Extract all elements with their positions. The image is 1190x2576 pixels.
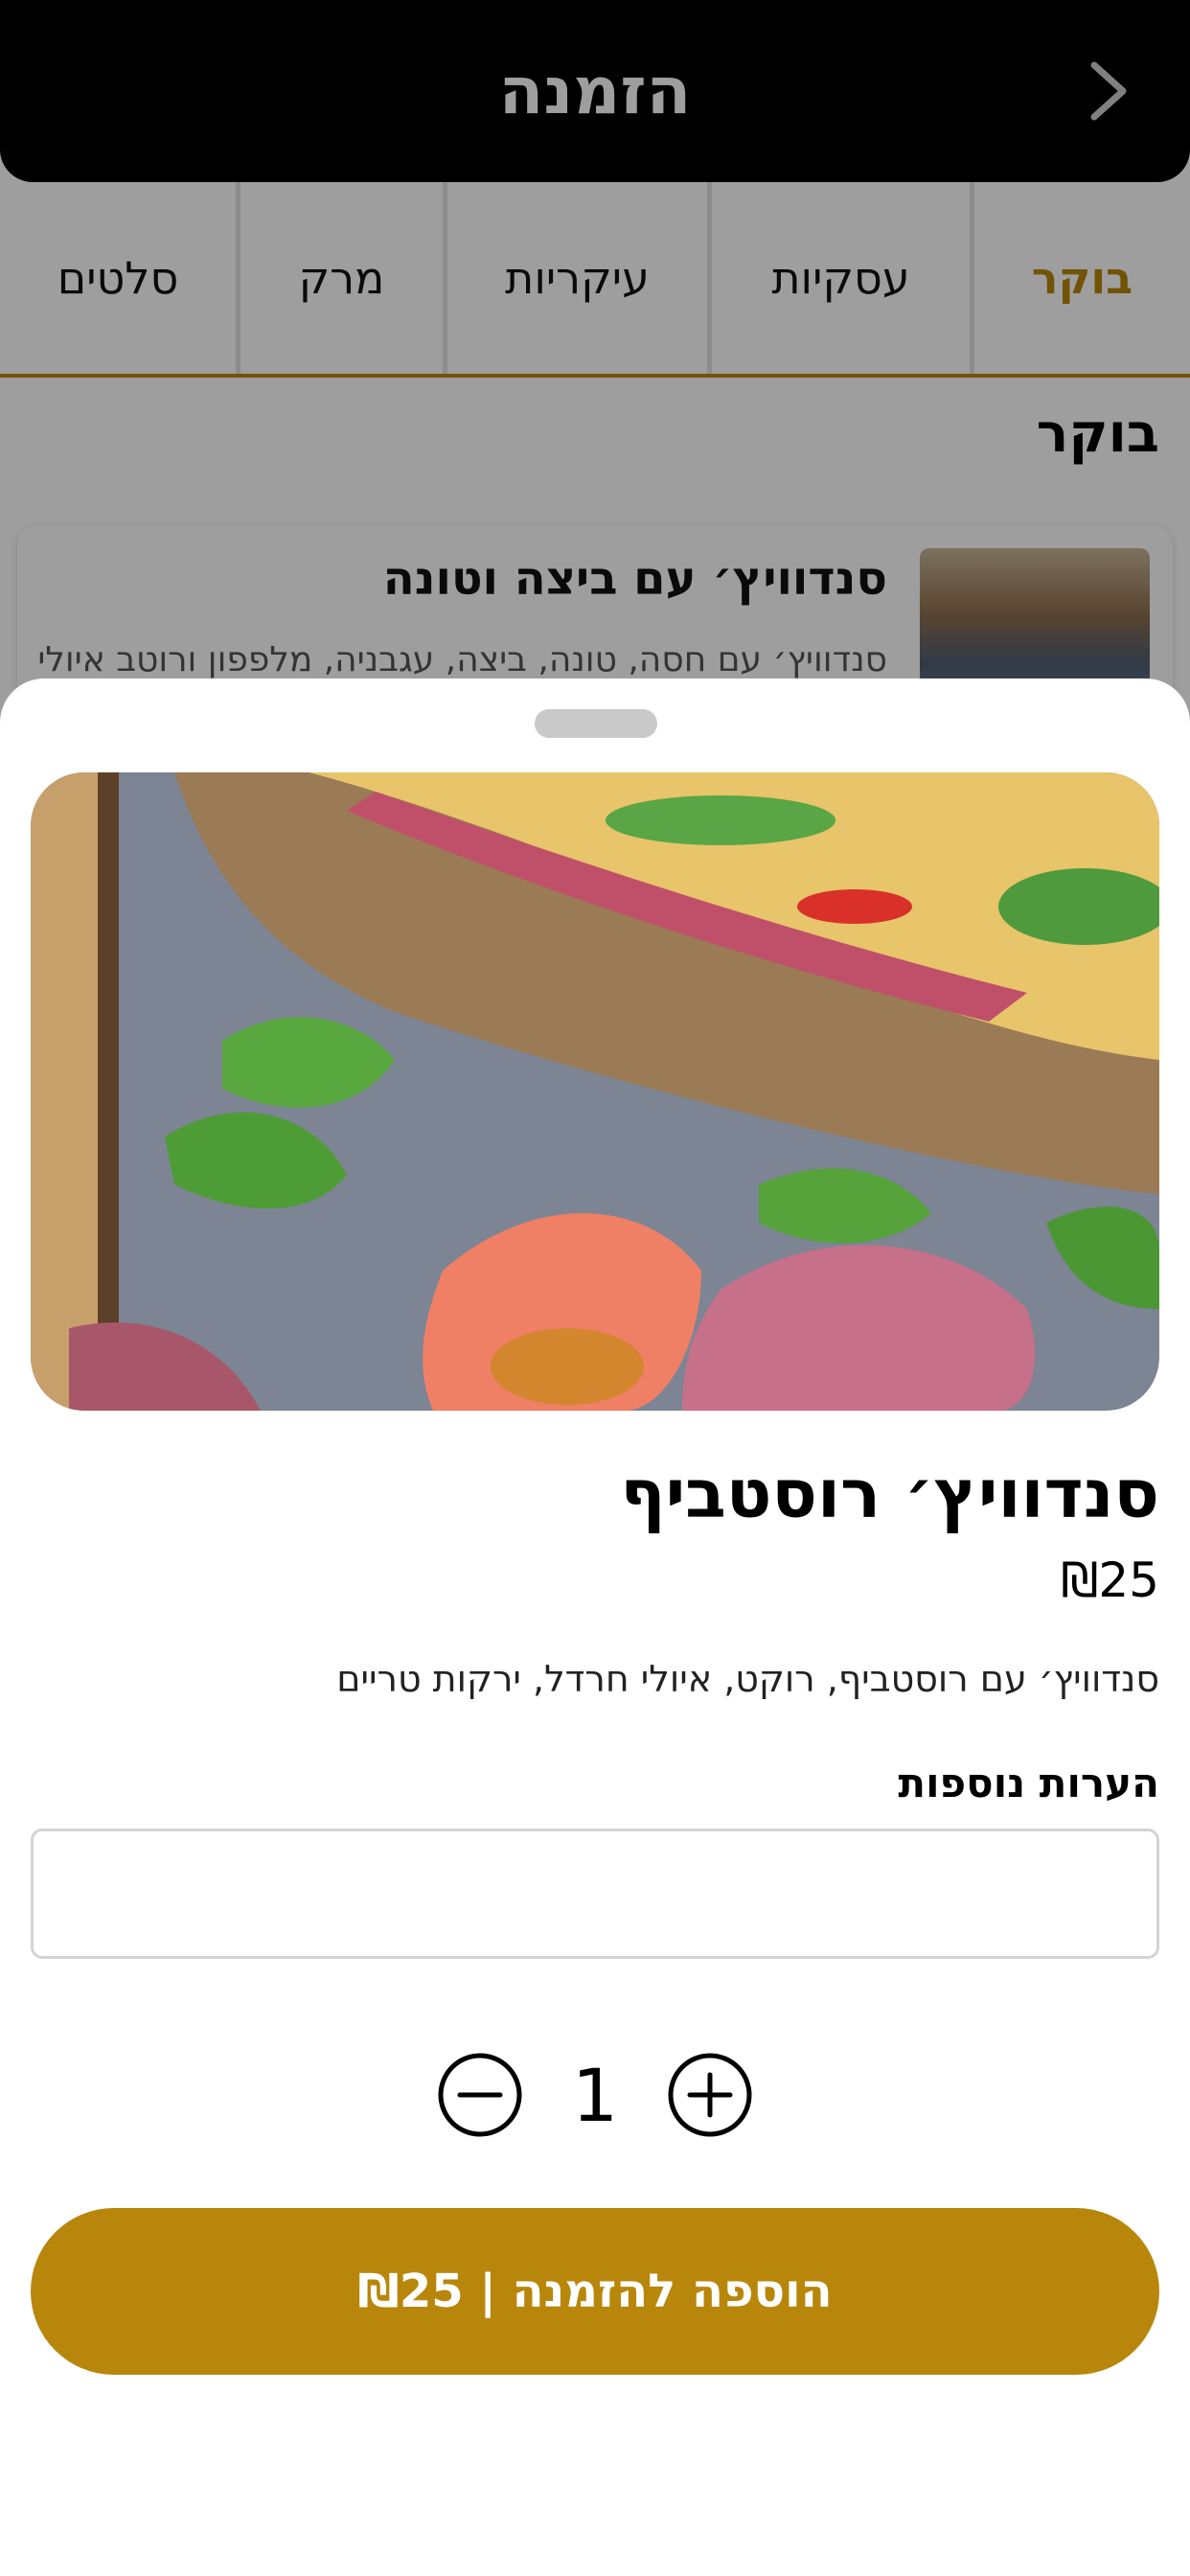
increase-quantity-button[interactable] xyxy=(667,2052,753,2138)
sandwich-photo xyxy=(31,772,1159,1411)
minus-circle-icon xyxy=(438,2053,522,2137)
product-image xyxy=(31,772,1159,1411)
product-title: סנדוויץ׳ רוסטביף xyxy=(620,1455,1159,1533)
quantity-stepper: 1 xyxy=(0,2047,1190,2143)
product-price: ₪25 xyxy=(1061,1552,1159,1608)
quantity-value: 1 xyxy=(571,2052,619,2138)
product-bottom-sheet: סנדוויץ׳ רוסטביף ₪25 סנדוויץ׳ עם רוסטביף… xyxy=(0,678,1190,2576)
notes-label: הערות נוספות xyxy=(898,1760,1159,1806)
plus-circle-icon xyxy=(668,2053,752,2137)
product-description: סנדוויץ׳ עם רוסטביף, רוקט, איולי חרדל, י… xyxy=(336,1658,1159,1700)
decrease-quantity-button[interactable] xyxy=(437,2052,523,2138)
add-to-order-button[interactable]: הוספה להזמנה | ₪25 xyxy=(31,2208,1159,2375)
notes-input[interactable] xyxy=(31,1828,1159,1959)
sheet-drag-handle[interactable] xyxy=(535,709,657,738)
